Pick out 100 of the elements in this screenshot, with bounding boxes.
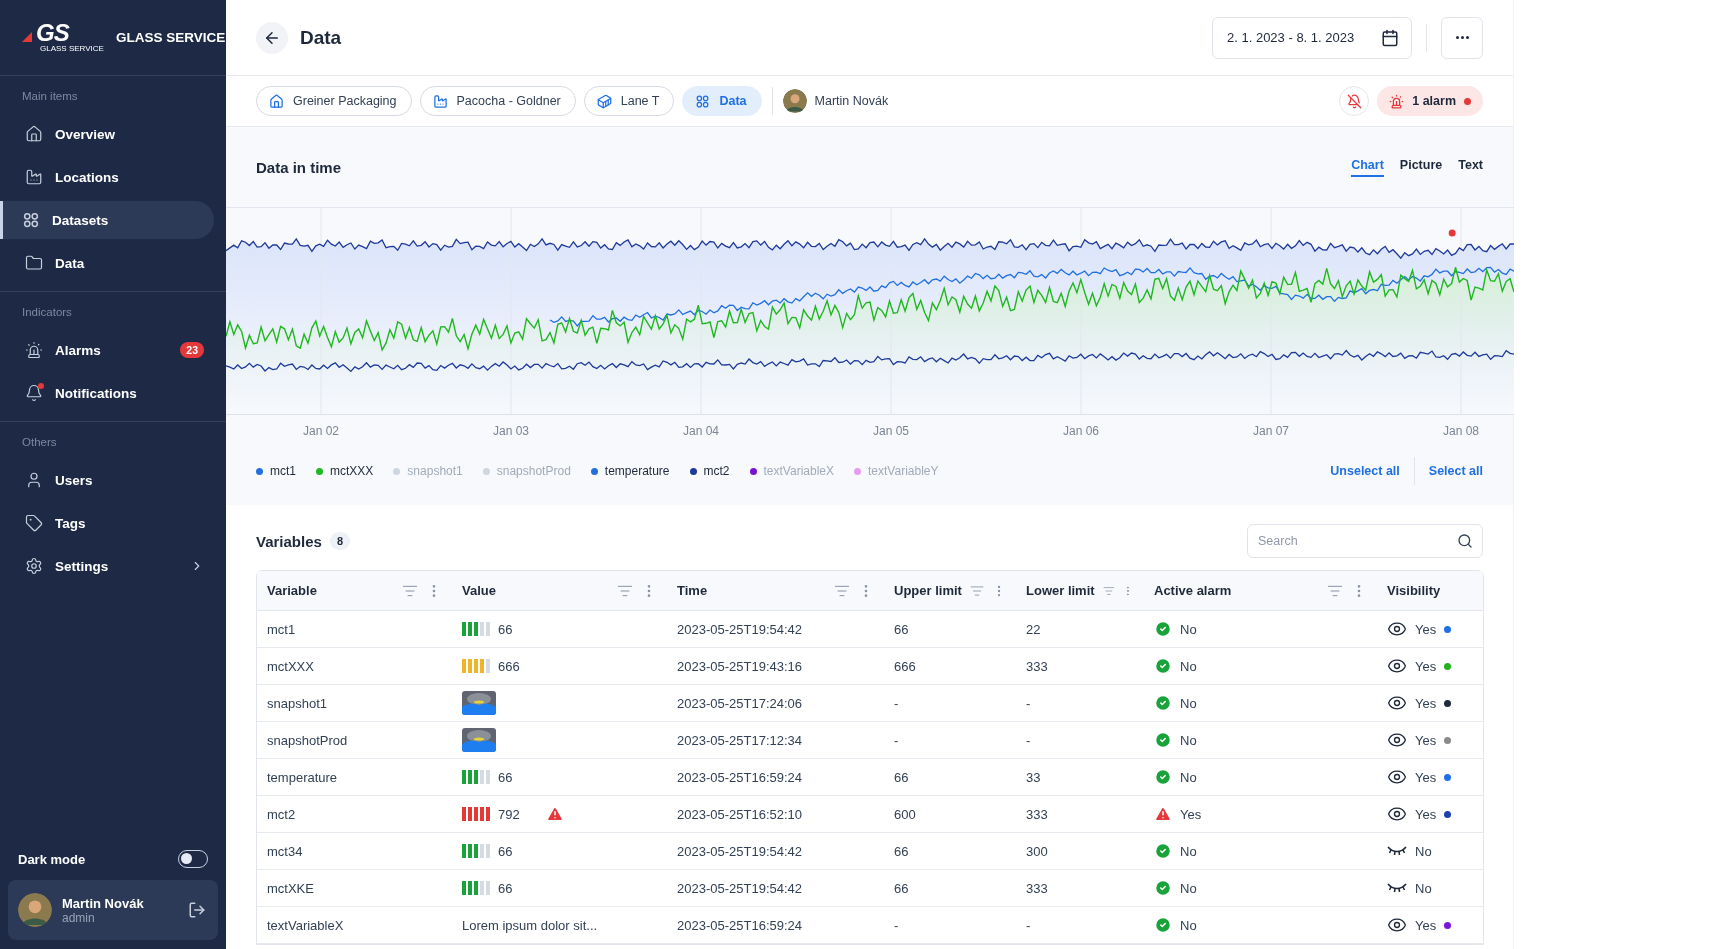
- time-text: 2023-05-25T17:12:34: [676, 732, 804, 748]
- visibility-status: Yes: [1415, 769, 1437, 785]
- four-circles-icon: [695, 93, 711, 109]
- nav-item[interactable]: Tags: [0, 504, 214, 542]
- breadcrumb-chip[interactable]: Pacocha - Goldner: [419, 86, 576, 116]
- section-title: Main items: [21, 89, 79, 104]
- time-text: 2023-05-25T19:54:42: [676, 880, 804, 896]
- nav-icon: [25, 557, 43, 575]
- back-button[interactable]: [256, 21, 288, 54]
- breadcrumb-chip[interactable]: Lane T: [583, 86, 675, 116]
- search-field[interactable]: Search: [1247, 524, 1483, 558]
- time-text: 2023-05-25T16:52:10: [676, 806, 804, 822]
- time-text: 2023-05-25T16:59:24: [676, 769, 804, 785]
- search-icon: [1457, 533, 1473, 549]
- lower-limit: -: [1025, 732, 1032, 748]
- upper-limit: 66: [893, 880, 910, 896]
- legend-item[interactable]: mct2: [689, 464, 730, 478]
- lower-limit: 333: [1025, 806, 1049, 822]
- user-name: Martin Novák: [62, 895, 145, 911]
- axis-label: Jan 04: [683, 424, 719, 438]
- four-circles-icon: [22, 211, 40, 229]
- upper-limit: 66: [893, 621, 910, 637]
- column-header: Upper limit: [894, 583, 962, 598]
- house-icon: [269, 93, 284, 109]
- nav-item[interactable]: Users: [0, 461, 214, 499]
- nav-icon: [25, 168, 43, 186]
- variable-name: mct1: [266, 621, 297, 637]
- bell-off-icon: [1346, 93, 1362, 109]
- value-text: 792: [498, 806, 520, 822]
- nav-icon: [25, 471, 43, 489]
- value-text: 66: [498, 769, 513, 785]
- container-icon: [596, 93, 612, 109]
- value-text: 66: [498, 621, 513, 637]
- count-badge: 23: [180, 342, 204, 358]
- legend-item[interactable]: mctXXX: [316, 464, 374, 478]
- table-row[interactable]: mct34 66 2023-05-25T19:54:42 66 300 No No: [257, 833, 1483, 870]
- nav-item[interactable]: Notifications: [0, 374, 214, 412]
- value-text: 666: [498, 658, 520, 674]
- legend-item[interactable]: temperature: [590, 464, 670, 478]
- time-text: 2023-05-25T16:59:24: [676, 917, 804, 933]
- nav-item[interactable]: Locations: [0, 158, 214, 196]
- nav-item[interactable]: Data: [0, 244, 214, 282]
- visibility-status: Yes: [1415, 658, 1437, 674]
- nav-item[interactable]: Settings: [0, 547, 214, 585]
- column-header: Lower limit: [1026, 583, 1095, 598]
- logout-icon[interactable]: [188, 901, 206, 919]
- mute-button[interactable]: [1339, 86, 1370, 116]
- table-row[interactable]: snapshotProd 2023-05-25T17:12:34 - - No Yes: [257, 722, 1483, 759]
- upper-limit: -: [893, 917, 900, 933]
- column-header: Variable: [267, 583, 318, 598]
- visibility-status: Yes: [1415, 806, 1437, 822]
- alarm-point: [1448, 229, 1456, 237]
- value-text: 66: [498, 880, 513, 896]
- column-header: Visibility: [1387, 583, 1442, 598]
- axis-label: Jan 06: [1063, 424, 1099, 438]
- nav-item[interactable]: Overview: [0, 115, 214, 153]
- calendar-icon: [1381, 28, 1399, 47]
- axis-label: Jan 08: [1443, 424, 1479, 438]
- date-range-picker[interactable]: 2. 1. 2023 - 8. 1. 2023: [1212, 16, 1412, 59]
- breadcrumb-chip[interactable]: Greiner Packaging: [256, 86, 412, 116]
- alarm-button[interactable]: 1 alarm: [1377, 86, 1483, 116]
- alarm-status: No: [1180, 695, 1197, 711]
- variable-name: snapshot1: [266, 695, 328, 711]
- axis-label: Jan 03: [493, 424, 529, 438]
- table-row[interactable]: mctXXX 666 2023-05-25T19:43:16 666 333 No Yes: [257, 648, 1483, 685]
- lower-limit: 333: [1025, 880, 1049, 896]
- table-row[interactable]: snapshot1 2023-05-25T17:24:06 - - No Yes: [257, 685, 1483, 722]
- axis-label: Jan 05: [873, 424, 909, 438]
- table-row[interactable]: mct1 66 2023-05-25T19:54:42 66 22 No Yes: [257, 611, 1483, 648]
- nav-item[interactable]: Datasets: [0, 201, 214, 239]
- view-tab[interactable]: Chart: [1351, 157, 1384, 177]
- view-tab[interactable]: Picture: [1399, 157, 1443, 177]
- table-row[interactable]: mct2 792 2023-05-25T16:52:10 600 333 Yes Yes: [257, 796, 1483, 833]
- nav-icon: [25, 384, 43, 402]
- table-row[interactable]: mctXKE 66 2023-05-25T19:54:42 66 333 No No: [257, 870, 1483, 907]
- variable-name: mctXXX: [266, 658, 315, 674]
- column-header: Active alarm: [1154, 583, 1233, 598]
- visibility-status: Yes: [1415, 917, 1437, 933]
- variable-name: mctXKE: [266, 880, 315, 896]
- table-row[interactable]: temperature 66 2023-05-25T16:59:24 66 33 No Yes: [257, 759, 1483, 796]
- alarm-status: No: [1180, 917, 1197, 933]
- upper-limit: 666: [893, 658, 917, 674]
- lower-limit: 300: [1025, 843, 1049, 859]
- variable-name: snapshotProd: [266, 732, 349, 748]
- breadcrumb-chip[interactable]: Data: [682, 86, 762, 116]
- view-tab[interactable]: Text: [1458, 157, 1483, 177]
- value-text: Lorem ipsum dolor sit...: [462, 917, 598, 933]
- legend-item[interactable]: mct1: [256, 464, 296, 478]
- variable-name: temperature: [266, 769, 339, 785]
- time-text: 2023-05-25T19:43:16: [676, 658, 804, 674]
- lower-limit: -: [1025, 917, 1032, 933]
- closed-eye-icon: [1387, 845, 1407, 857]
- section-title: Indicators: [21, 305, 73, 320]
- table-row[interactable]: textVariableX Lorem ipsum dolor sit... 2023-05-25T16:59:24 - - No Yes: [257, 907, 1483, 944]
- brand-name: GLASS SERVICE: [115, 30, 226, 45]
- time-text: 2023-05-25T19:54:42: [676, 621, 804, 637]
- link-button[interactable]: Unselect all: [1330, 464, 1400, 478]
- nav-item[interactable]: Alarms 23: [0, 331, 214, 369]
- link-button[interactable]: Select all: [1428, 464, 1483, 478]
- visibility-status: Yes: [1415, 621, 1437, 637]
